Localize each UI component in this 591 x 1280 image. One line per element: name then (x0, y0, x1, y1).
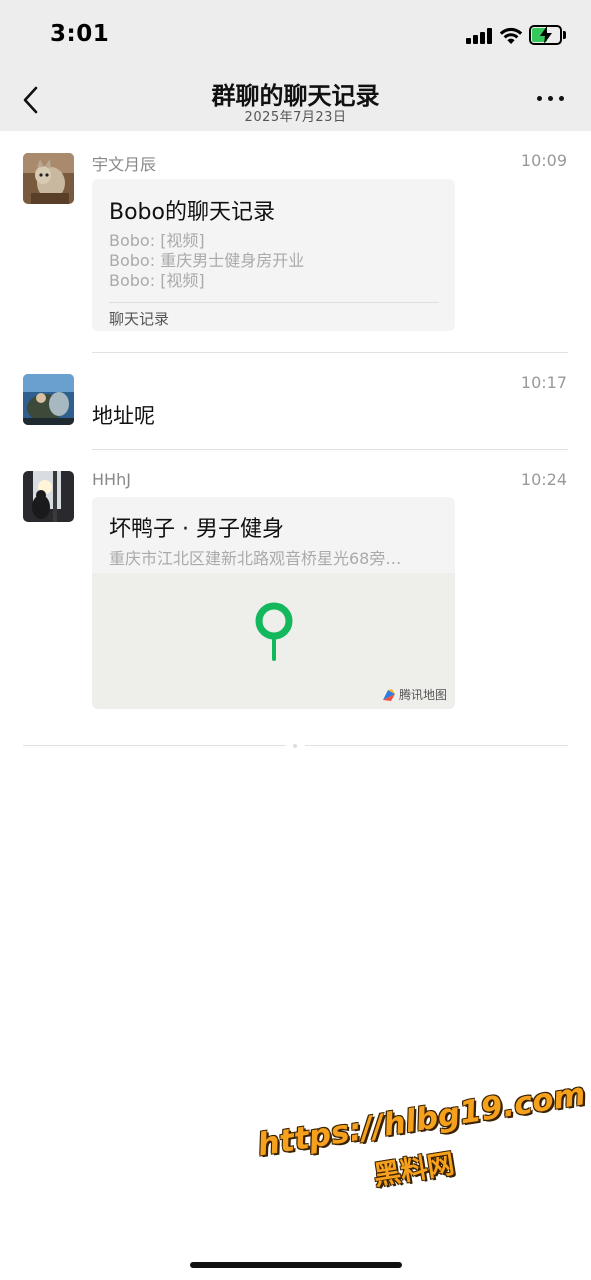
message-text[interactable]: 地址呢 (92, 400, 155, 430)
message-divider (92, 352, 568, 353)
status-time: 3:01 (50, 21, 110, 47)
chat-history-card[interactable]: Bobo的聊天记录 Bobo: [视频] Bobo: 重庆男士健身房开业 Bob… (92, 179, 455, 331)
status-bar: 3:01 (0, 0, 591, 70)
message-time: 10:24 (520, 470, 567, 489)
message-divider (92, 449, 568, 450)
location-pin-icon (255, 602, 293, 661)
sender-name: 宇文月辰 (92, 155, 157, 174)
battery-icon (529, 25, 567, 45)
wifi-icon (499, 27, 523, 44)
location-address: 重庆市江北区建新北路观音桥星光68旁… (109, 549, 402, 568)
page-subtitle-date: 2025年7月23日 (244, 110, 347, 125)
more-options-icon[interactable] (537, 96, 565, 104)
location-name: 坏鸭子 · 男子健身 (109, 517, 284, 542)
map-credit-label: 腾讯地图 (398, 688, 447, 702)
location-card[interactable]: 坏鸭子 · 男子健身 重庆市江北区建新北路观音桥星光68旁… 腾讯地图 (92, 497, 455, 709)
avatar[interactable] (23, 471, 74, 522)
cellular-signal-icon (466, 28, 494, 44)
tencent-map-logo-icon (382, 688, 395, 701)
chat-history-title: Bobo的聊天记录 (109, 200, 275, 225)
home-indicator[interactable] (190, 1262, 402, 1268)
watermark: https://hlbg19.com 黑料网 (255, 1076, 588, 1227)
message-time: 10:09 (520, 151, 567, 170)
card-divider (109, 302, 439, 303)
message-time: 10:17 (520, 373, 567, 392)
avatar[interactable] (23, 153, 74, 204)
map-credit: 腾讯地图 (382, 686, 447, 703)
map-preview[interactable]: 腾讯地图 (92, 573, 455, 709)
list-end-dot (293, 744, 297, 748)
sender-name: HHhJ (92, 470, 131, 489)
watermark-label: 黑料网 (371, 1148, 457, 1192)
list-end-line (23, 745, 286, 746)
avatar[interactable] (23, 374, 74, 425)
chat-history-line: Bobo: [视频] (109, 271, 205, 290)
list-end-line (305, 745, 568, 746)
chat-history-footer: 聊天记录 (109, 310, 170, 328)
